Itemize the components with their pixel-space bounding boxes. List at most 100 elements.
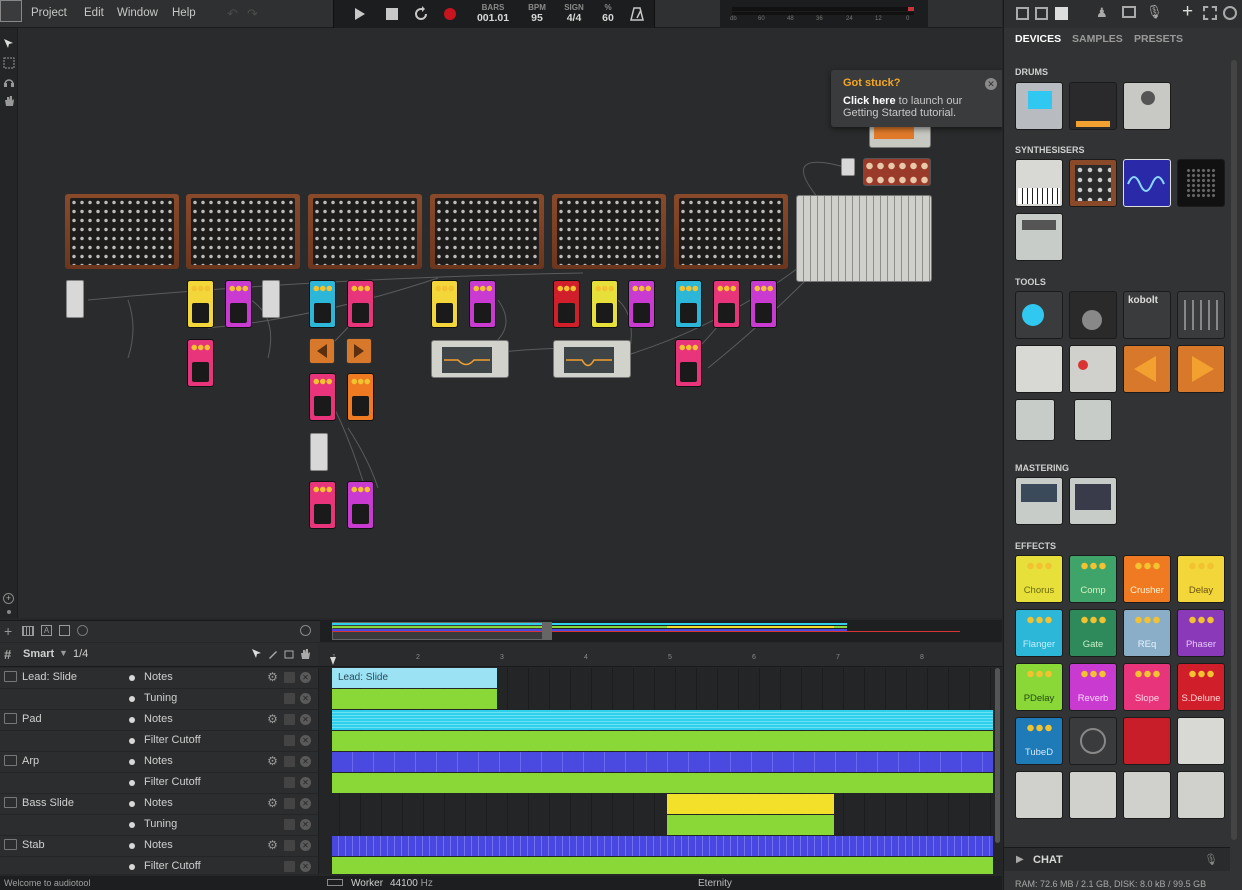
- reverb-pedal[interactable]: [469, 280, 496, 328]
- tooltip-link[interactable]: Click here: [843, 95, 896, 107]
- effect-comp-device[interactable]: Comp: [1069, 555, 1117, 603]
- slope-pedal[interactable]: [347, 280, 374, 328]
- effect-chorus-device[interactable]: Chorus: [1015, 555, 1063, 603]
- gear-icon[interactable]: ⚙: [267, 797, 278, 809]
- tool-device[interactable]: [262, 280, 280, 318]
- zoom-in-icon[interactable]: +: [3, 593, 14, 604]
- select-tool-icon[interactable]: [3, 57, 15, 69]
- tool-device[interactable]: [310, 433, 328, 471]
- synth-device[interactable]: [186, 194, 300, 269]
- flanger-pedal[interactable]: [675, 280, 702, 328]
- menu-edit[interactable]: Edit: [84, 7, 104, 19]
- mute-button[interactable]: [284, 777, 295, 788]
- pulverisateur-device[interactable]: [1015, 159, 1063, 207]
- gear-icon[interactable]: ⚙: [267, 713, 278, 725]
- quantize-value[interactable]: 1/4: [73, 648, 88, 660]
- history-icon[interactable]: [1223, 6, 1237, 20]
- beatbox-device[interactable]: [1069, 82, 1117, 130]
- headphones-tool-icon[interactable]: [3, 76, 15, 88]
- close-icon[interactable]: ✕: [300, 777, 311, 788]
- mute-button[interactable]: [284, 861, 295, 872]
- splitter-device[interactable]: [1069, 345, 1117, 393]
- user-icon[interactable]: ♟: [1096, 5, 1108, 21]
- close-icon[interactable]: ✕: [300, 840, 311, 851]
- flanger-pedal[interactable]: [309, 280, 336, 328]
- layout-panel-icon[interactable]: [1055, 7, 1068, 20]
- delay-pedal[interactable]: [187, 280, 214, 328]
- automation-region[interactable]: [667, 815, 834, 835]
- effect-gate-device[interactable]: Gate: [1069, 609, 1117, 657]
- effect-req-device[interactable]: REq: [1123, 609, 1171, 657]
- automation-region[interactable]: [332, 731, 993, 751]
- matrix-device[interactable]: [1177, 159, 1225, 207]
- microphone-icon[interactable]: 🎙: [1204, 853, 1218, 866]
- mute-button[interactable]: [284, 714, 295, 725]
- filter-device[interactable]: [1015, 771, 1063, 819]
- getting-started-tooltip[interactable]: Got stuck? Click here to launch our Gett…: [831, 70, 1002, 127]
- chevron-right-icon[interactable]: ▶: [1016, 854, 1024, 865]
- microphone-icon[interactable]: 🎙: [1146, 4, 1163, 20]
- track-row[interactable]: Pad Notes ⚙ ✕: [0, 710, 318, 731]
- app-logo[interactable]: [0, 0, 22, 22]
- pointer-tool-icon[interactable]: [3, 38, 15, 50]
- overview-handle[interactable]: [542, 622, 552, 640]
- menu-project[interactable]: Project: [31, 7, 67, 19]
- kobolt-device[interactable]: kobolt: [1123, 291, 1171, 339]
- panorama-device[interactable]: [1123, 345, 1171, 393]
- mute-button[interactable]: [284, 735, 295, 746]
- merger-device[interactable]: [1015, 399, 1055, 441]
- curve-device[interactable]: [1123, 771, 1171, 819]
- tremolo-device[interactable]: [1069, 771, 1117, 819]
- note-region[interactable]: [332, 752, 993, 772]
- panel-scrollbar[interactable]: [1231, 60, 1237, 840]
- snap-mode[interactable]: Smart: [23, 648, 54, 660]
- mute-button[interactable]: [284, 798, 295, 809]
- effect-crusher-device[interactable]: Crusher: [1123, 555, 1171, 603]
- eraser-tool-icon[interactable]: [283, 648, 295, 660]
- clock-icon[interactable]: [300, 625, 311, 636]
- plugin-icon[interactable]: [1122, 6, 1136, 18]
- synth-device[interactable]: [65, 194, 179, 269]
- stereo-delay-pedal[interactable]: [553, 280, 580, 328]
- metronome-icon[interactable]: [629, 6, 645, 22]
- mute-button[interactable]: [284, 819, 295, 830]
- gear-icon[interactable]: ⚙: [267, 839, 278, 851]
- grid-icon[interactable]: #: [4, 647, 11, 662]
- close-icon[interactable]: ✕: [300, 819, 311, 830]
- reverb-pedal[interactable]: [225, 280, 252, 328]
- close-icon[interactable]: ✕: [300, 735, 311, 746]
- tab-devices[interactable]: DEVICES: [1015, 33, 1061, 45]
- tab-samples[interactable]: SAMPLES: [1072, 33, 1123, 45]
- redo-icon[interactable]: ↷: [247, 6, 258, 22]
- loop-region-icon[interactable]: [77, 625, 88, 636]
- panorama-device[interactable]: [1177, 345, 1225, 393]
- stop-icon[interactable]: [384, 6, 400, 22]
- synth-device[interactable]: [430, 194, 544, 269]
- drum-module-device[interactable]: [1123, 82, 1171, 130]
- menu-help[interactable]: Help: [172, 7, 196, 19]
- song-overview[interactable]: [320, 620, 1002, 642]
- note-region[interactable]: [667, 794, 834, 814]
- synth-device[interactable]: [674, 194, 788, 269]
- automation-lane-row[interactable]: Tuning ✕: [0, 815, 318, 836]
- mixer-device[interactable]: [796, 195, 932, 282]
- automation-lane-row[interactable]: Tuning ✕: [0, 689, 318, 710]
- track-row[interactable]: Lead: Slide Notes ⚙ ✕: [0, 668, 318, 689]
- effect-s-delune-device[interactable]: S.Delune: [1177, 663, 1225, 711]
- close-icon[interactable]: ✕: [300, 693, 311, 704]
- chat-bar[interactable]: ▶ CHAT 🎙: [1004, 847, 1230, 871]
- pencil-tool-icon[interactable]: [267, 648, 279, 660]
- automation-lane-row[interactable]: Filter Cutoff ✕: [0, 773, 318, 794]
- stompbox-device[interactable]: [1069, 717, 1117, 765]
- crossfader-device[interactable]: [1015, 345, 1063, 393]
- bars-counter[interactable]: BARS 001.01: [476, 3, 510, 24]
- slope-pedal[interactable]: [675, 339, 702, 387]
- panorama-left-device[interactable]: [309, 338, 335, 364]
- slope-pedal[interactable]: [187, 339, 214, 387]
- close-icon[interactable]: ✕: [300, 798, 311, 809]
- automation-lane-row[interactable]: Filter Cutoff ✕: [0, 731, 318, 752]
- signature-counter[interactable]: SIGN 4/4: [561, 3, 587, 24]
- automation-region[interactable]: [332, 773, 993, 793]
- swing-counter[interactable]: % 60: [597, 3, 619, 24]
- effect-phaser-device[interactable]: Phaser: [1177, 609, 1225, 657]
